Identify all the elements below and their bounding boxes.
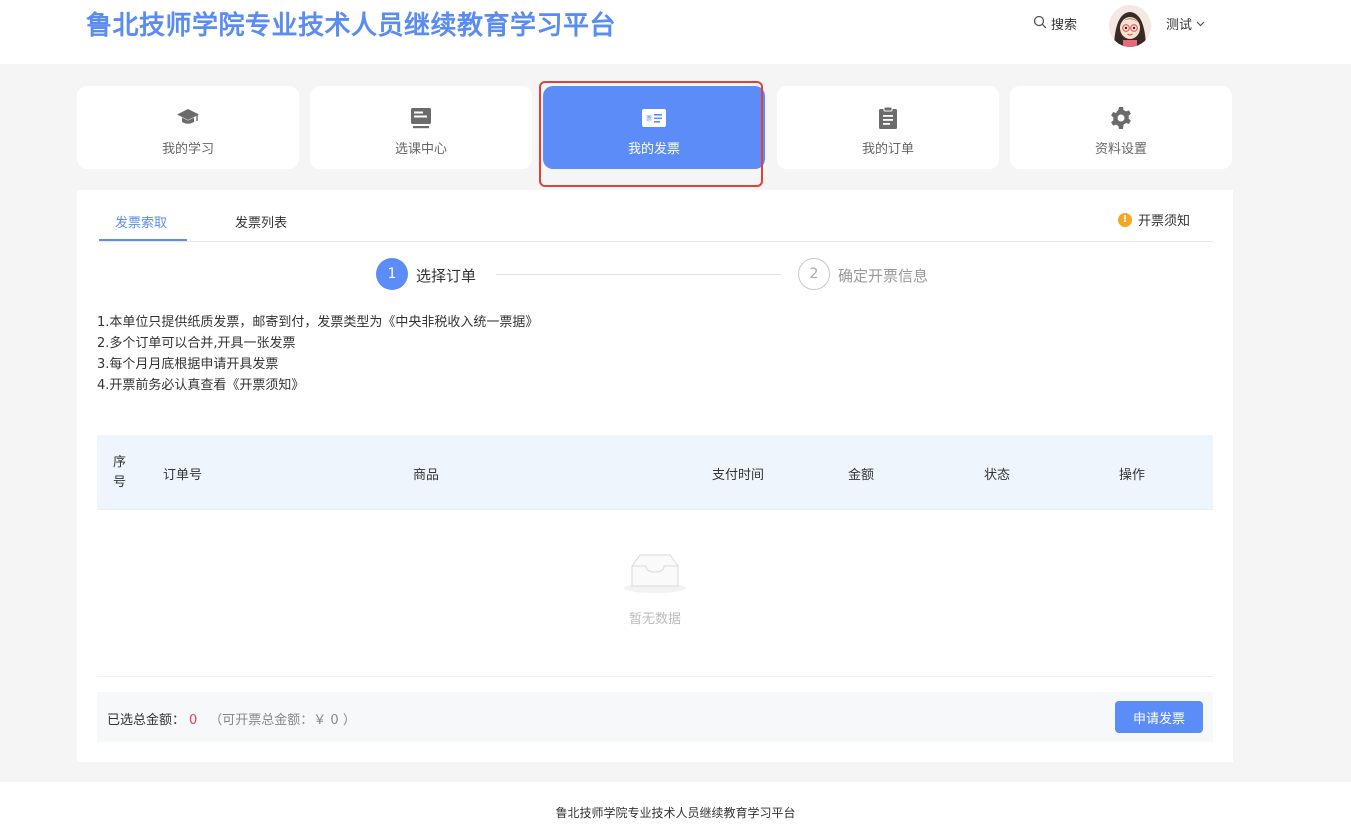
nav-label: 我的订单: [861, 142, 914, 157]
table-divider: [97, 509, 1213, 510]
apply-invoice-button[interactable]: 申请发票: [1115, 701, 1203, 733]
nav-card-my-invoice[interactable]: 票 我的发票: [543, 86, 765, 169]
step-1-circle: 1: [376, 258, 408, 290]
nav-label: 我的发票: [627, 142, 680, 157]
site-title[interactable]: 鲁北技师学院专业技术人员继续教育学习平台: [86, 5, 616, 42]
empty-inbox-icon: [622, 552, 688, 598]
table-bottom-divider: [97, 676, 1213, 677]
selected-total: 已选总金额： 0 （可开票总金额：￥ 0 ）: [107, 709, 356, 728]
gear-icon: [1109, 106, 1133, 130]
column-header-pay-time: 支付时间: [712, 468, 765, 483]
search-button[interactable]: 搜索: [1033, 14, 1077, 33]
invoice-panel: 发票索取 发票列表 ! 开票须知 1 选择订单 2 确定开票信息 1.本单位只提…: [77, 190, 1233, 762]
note-line: 1.本单位只提供纸质发票，邮寄到付，发票类型为《中央非税收入统一票据》: [97, 315, 539, 330]
nav-card-my-orders[interactable]: 我的订单: [777, 86, 999, 169]
notice-label: 开票须知: [1138, 214, 1191, 229]
tab-invoice-list[interactable]: 发票列表: [235, 212, 287, 231]
svg-text:票: 票: [646, 116, 652, 123]
page-footer: 鲁北技师学院专业技术人员继续教育学习平台: [0, 782, 1351, 832]
tab-invoice-request[interactable]: 发票索取: [115, 212, 167, 231]
column-header-status: 状态: [984, 468, 1011, 483]
invoice-notice-link[interactable]: ! 开票须知: [1118, 210, 1190, 229]
course-list-icon: [410, 106, 432, 130]
column-header-product: 商品: [413, 468, 440, 483]
selected-total-label: 已选总金额：: [107, 713, 186, 728]
step-connector: [496, 274, 781, 275]
nav-label: 资料设置: [1094, 142, 1147, 157]
user-name: 测试: [1166, 18, 1193, 33]
column-header-amount: 金额: [848, 468, 875, 483]
warning-icon: !: [1118, 212, 1132, 227]
column-header-index: 序号: [113, 455, 127, 490]
empty-text: 暂无数据: [628, 612, 681, 627]
column-header-action: 操作: [1119, 468, 1146, 483]
nav-label: 选课中心: [394, 142, 447, 157]
graduation-cap-icon: [176, 106, 200, 130]
nav-card-course-center[interactable]: 选课中心: [310, 86, 532, 169]
nav-card-my-study[interactable]: 我的学习: [77, 86, 299, 169]
invoice-notes: 1.本单位只提供纸质发票，邮寄到付，发票类型为《中央非税收入统一票据》 2.多个…: [97, 312, 538, 396]
nav-card-profile-settings[interactable]: 资料设置: [1010, 86, 1232, 169]
search-label: 搜索: [1051, 18, 1078, 33]
column-header-order-no: 订单号: [163, 468, 203, 483]
note-line: 4.开票前务必认真查看《开票须知》: [97, 378, 305, 393]
top-header: 鲁北技师学院专业技术人员继续教育学习平台 搜索 测试: [0, 0, 1351, 64]
step-2-circle: 2: [798, 258, 830, 290]
clipboard-icon: [878, 106, 898, 130]
note-line: 3.每个月月底根据申请开具发票: [97, 357, 279, 372]
selected-total-amount: 0: [189, 713, 198, 728]
note-line: 2.多个订单可以合并,开具一张发票: [97, 336, 296, 351]
step-1-label: 选择订单: [416, 267, 477, 285]
tabs-divider: [97, 241, 1213, 242]
available-total: （可开票总金额：￥ 0 ）: [209, 713, 356, 728]
invoice-icon: 票: [641, 106, 667, 130]
summary-bar: 已选总金额： 0 （可开票总金额：￥ 0 ） 申请发票: [97, 692, 1213, 742]
step-2-label: 确定开票信息: [838, 267, 929, 285]
avatar[interactable]: [1109, 5, 1151, 47]
search-icon: [1033, 15, 1047, 33]
chevron-down-icon: [1196, 16, 1205, 31]
nav-label: 我的学习: [161, 142, 214, 157]
user-menu[interactable]: 测试: [1166, 14, 1205, 33]
orders-table-header: 序号 订单号 商品 支付时间 金额 状态 操作: [97, 435, 1213, 509]
